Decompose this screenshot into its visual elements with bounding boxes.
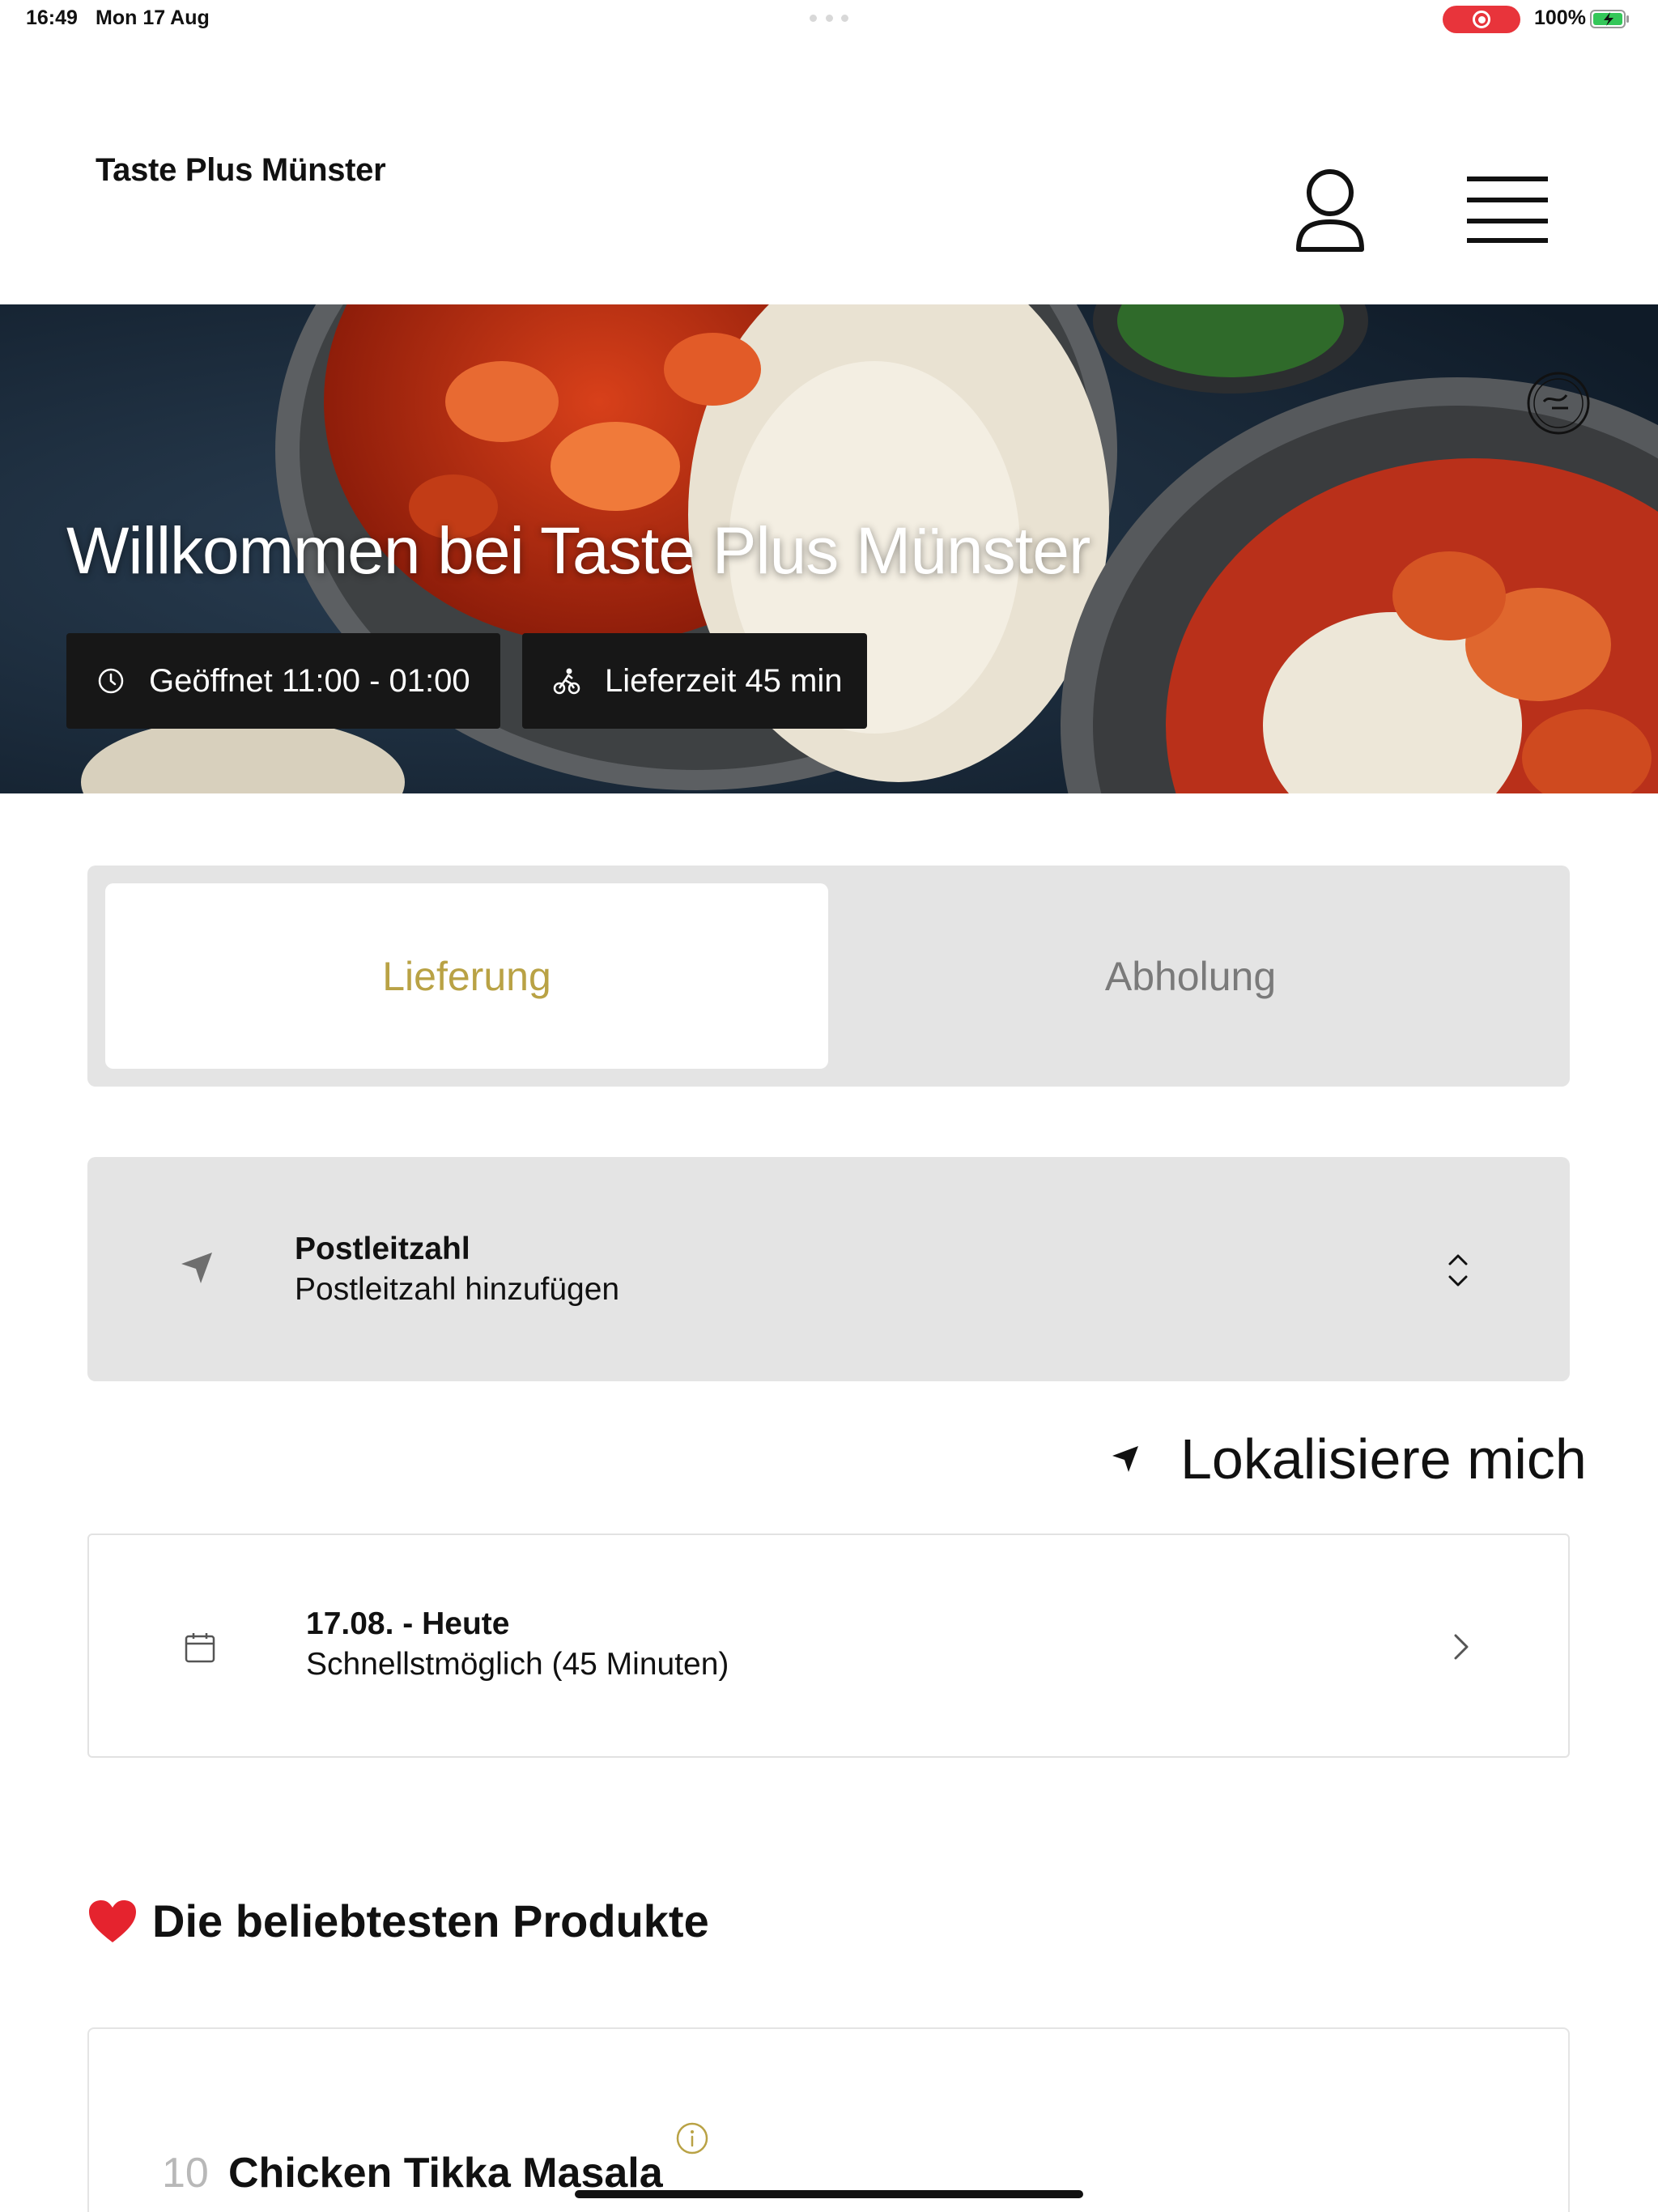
chevron-up-down-icon [1448, 1254, 1468, 1287]
hero-banner: Willkommen bei Taste Plus Münster Geöffn… [0, 304, 1658, 793]
tab-delivery[interactable]: Lieferung [105, 883, 828, 1069]
brand-name[interactable]: Taste Plus Münster [96, 152, 386, 189]
popular-products-title: Die beliebtesten Produkte [152, 1895, 709, 1946]
delivery-time-badge: Lieferzeit 45 min [522, 633, 867, 729]
locate-me-button[interactable]: Lokalisiere mich [1111, 1425, 1587, 1493]
home-indicator[interactable] [575, 2190, 1083, 2198]
location-arrow-icon [181, 1253, 212, 1283]
user-icon[interactable] [1294, 165, 1367, 256]
product-card[interactable]: 10 Chicken Tikka Masala [87, 2027, 1570, 2212]
heart-icon [89, 1899, 136, 1942]
chevron-right-icon [1454, 1634, 1469, 1660]
clock-icon [98, 668, 124, 694]
opening-hours-badge: Geöffnet 11:00 - 01:00 [66, 633, 500, 729]
tab-pickup[interactable]: Abholung [829, 883, 1552, 1069]
calendar-icon [185, 1633, 215, 1663]
status-bar: 16:49 Mon 17 Aug 100% [0, 0, 1658, 39]
opening-hours-text: Geöffnet 11:00 - 01:00 [149, 662, 470, 699]
schedule-date: 17.08. - Heute [306, 1606, 510, 1641]
app-screen: 16:49 Mon 17 Aug 100% Taste Plus Münster [0, 0, 1658, 2212]
postcode-selector[interactable]: Postleitzahl Postleitzahl hinzufügen [87, 1157, 1570, 1381]
popular-products-heading: Die beliebtesten Produkte [87, 1895, 709, 1947]
hero-title: Willkommen bei Taste Plus Münster [66, 514, 1090, 588]
schedule-selector[interactable]: 17.08. - Heute Schnellstmöglich (45 Minu… [87, 1534, 1570, 1758]
status-time: 16:49 [26, 6, 78, 29]
bicycle-courier-icon [553, 668, 580, 695]
screen-recording-icon[interactable] [1443, 6, 1520, 33]
postcode-label: Postleitzahl [295, 1231, 470, 1266]
halal-badge-icon [1527, 372, 1590, 435]
product-number: 10 [162, 2150, 209, 2197]
info-icon[interactable] [675, 2121, 709, 2155]
hamburger-menu-icon[interactable] [1467, 175, 1548, 245]
postcode-value: Postleitzahl hinzufügen [295, 1272, 620, 1307]
battery-charging-icon [1590, 10, 1629, 28]
order-mode-toggle: Lieferung Abholung [87, 866, 1570, 1087]
status-date: Mon 17 Aug [96, 6, 210, 29]
multitasking-dots-icon[interactable] [810, 15, 848, 22]
delivery-time-text: Lieferzeit 45 min [605, 662, 843, 699]
app-header: Taste Plus Münster [0, 39, 1658, 304]
battery-percent: 100% [1534, 6, 1586, 29]
locate-me-label: Lokalisiere mich [1180, 1427, 1587, 1491]
location-arrow-icon [1112, 1446, 1138, 1472]
schedule-time: Schnellstmöglich (45 Minuten) [306, 1647, 729, 1682]
